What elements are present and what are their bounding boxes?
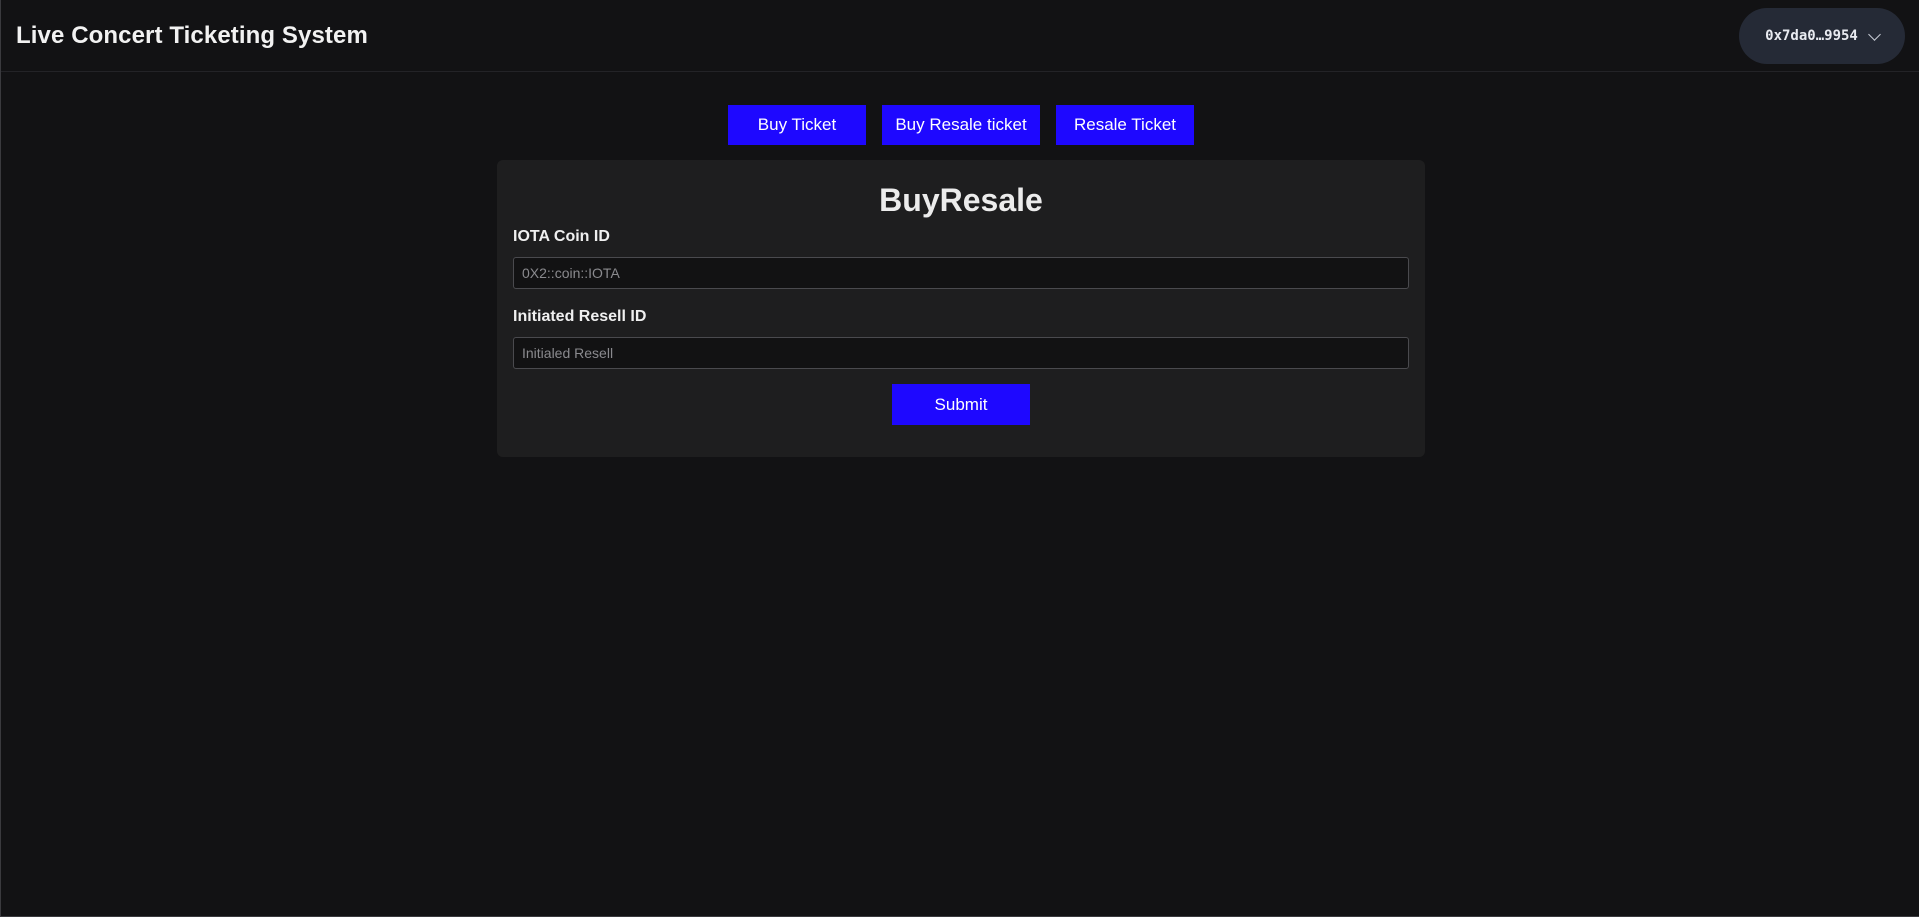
resell-id-label: Initiated Resell ID — [513, 308, 647, 325]
form-title: BuyResale — [879, 182, 1043, 218]
resell-id-input[interactable] — [513, 337, 1409, 369]
buy-resale-form: BuyResale IOTA Coin ID Initiated Resell … — [497, 160, 1425, 457]
coin-id-label: IOTA Coin ID — [513, 228, 610, 245]
top-bar: Live Concert Ticketing System 0x7da0…995… — [1, 0, 1919, 72]
resale-ticket-button[interactable]: Resale Ticket — [1056, 105, 1194, 145]
app-title: Live Concert Ticketing System — [16, 22, 368, 49]
buy-resale-ticket-button[interactable]: Buy Resale ticket — [882, 105, 1040, 145]
app-window: Live Concert Ticketing System 0x7da0…995… — [0, 0, 1919, 917]
buy-ticket-button[interactable]: Buy Ticket — [728, 105, 866, 145]
wallet-address: 0x7da0…9954 — [1765, 28, 1858, 44]
wallet-connect-button[interactable]: 0x7da0…9954 — [1739, 8, 1905, 64]
coin-id-input[interactable] — [513, 257, 1409, 289]
submit-button[interactable]: Submit — [892, 384, 1030, 425]
chevron-down-icon — [1867, 27, 1881, 41]
